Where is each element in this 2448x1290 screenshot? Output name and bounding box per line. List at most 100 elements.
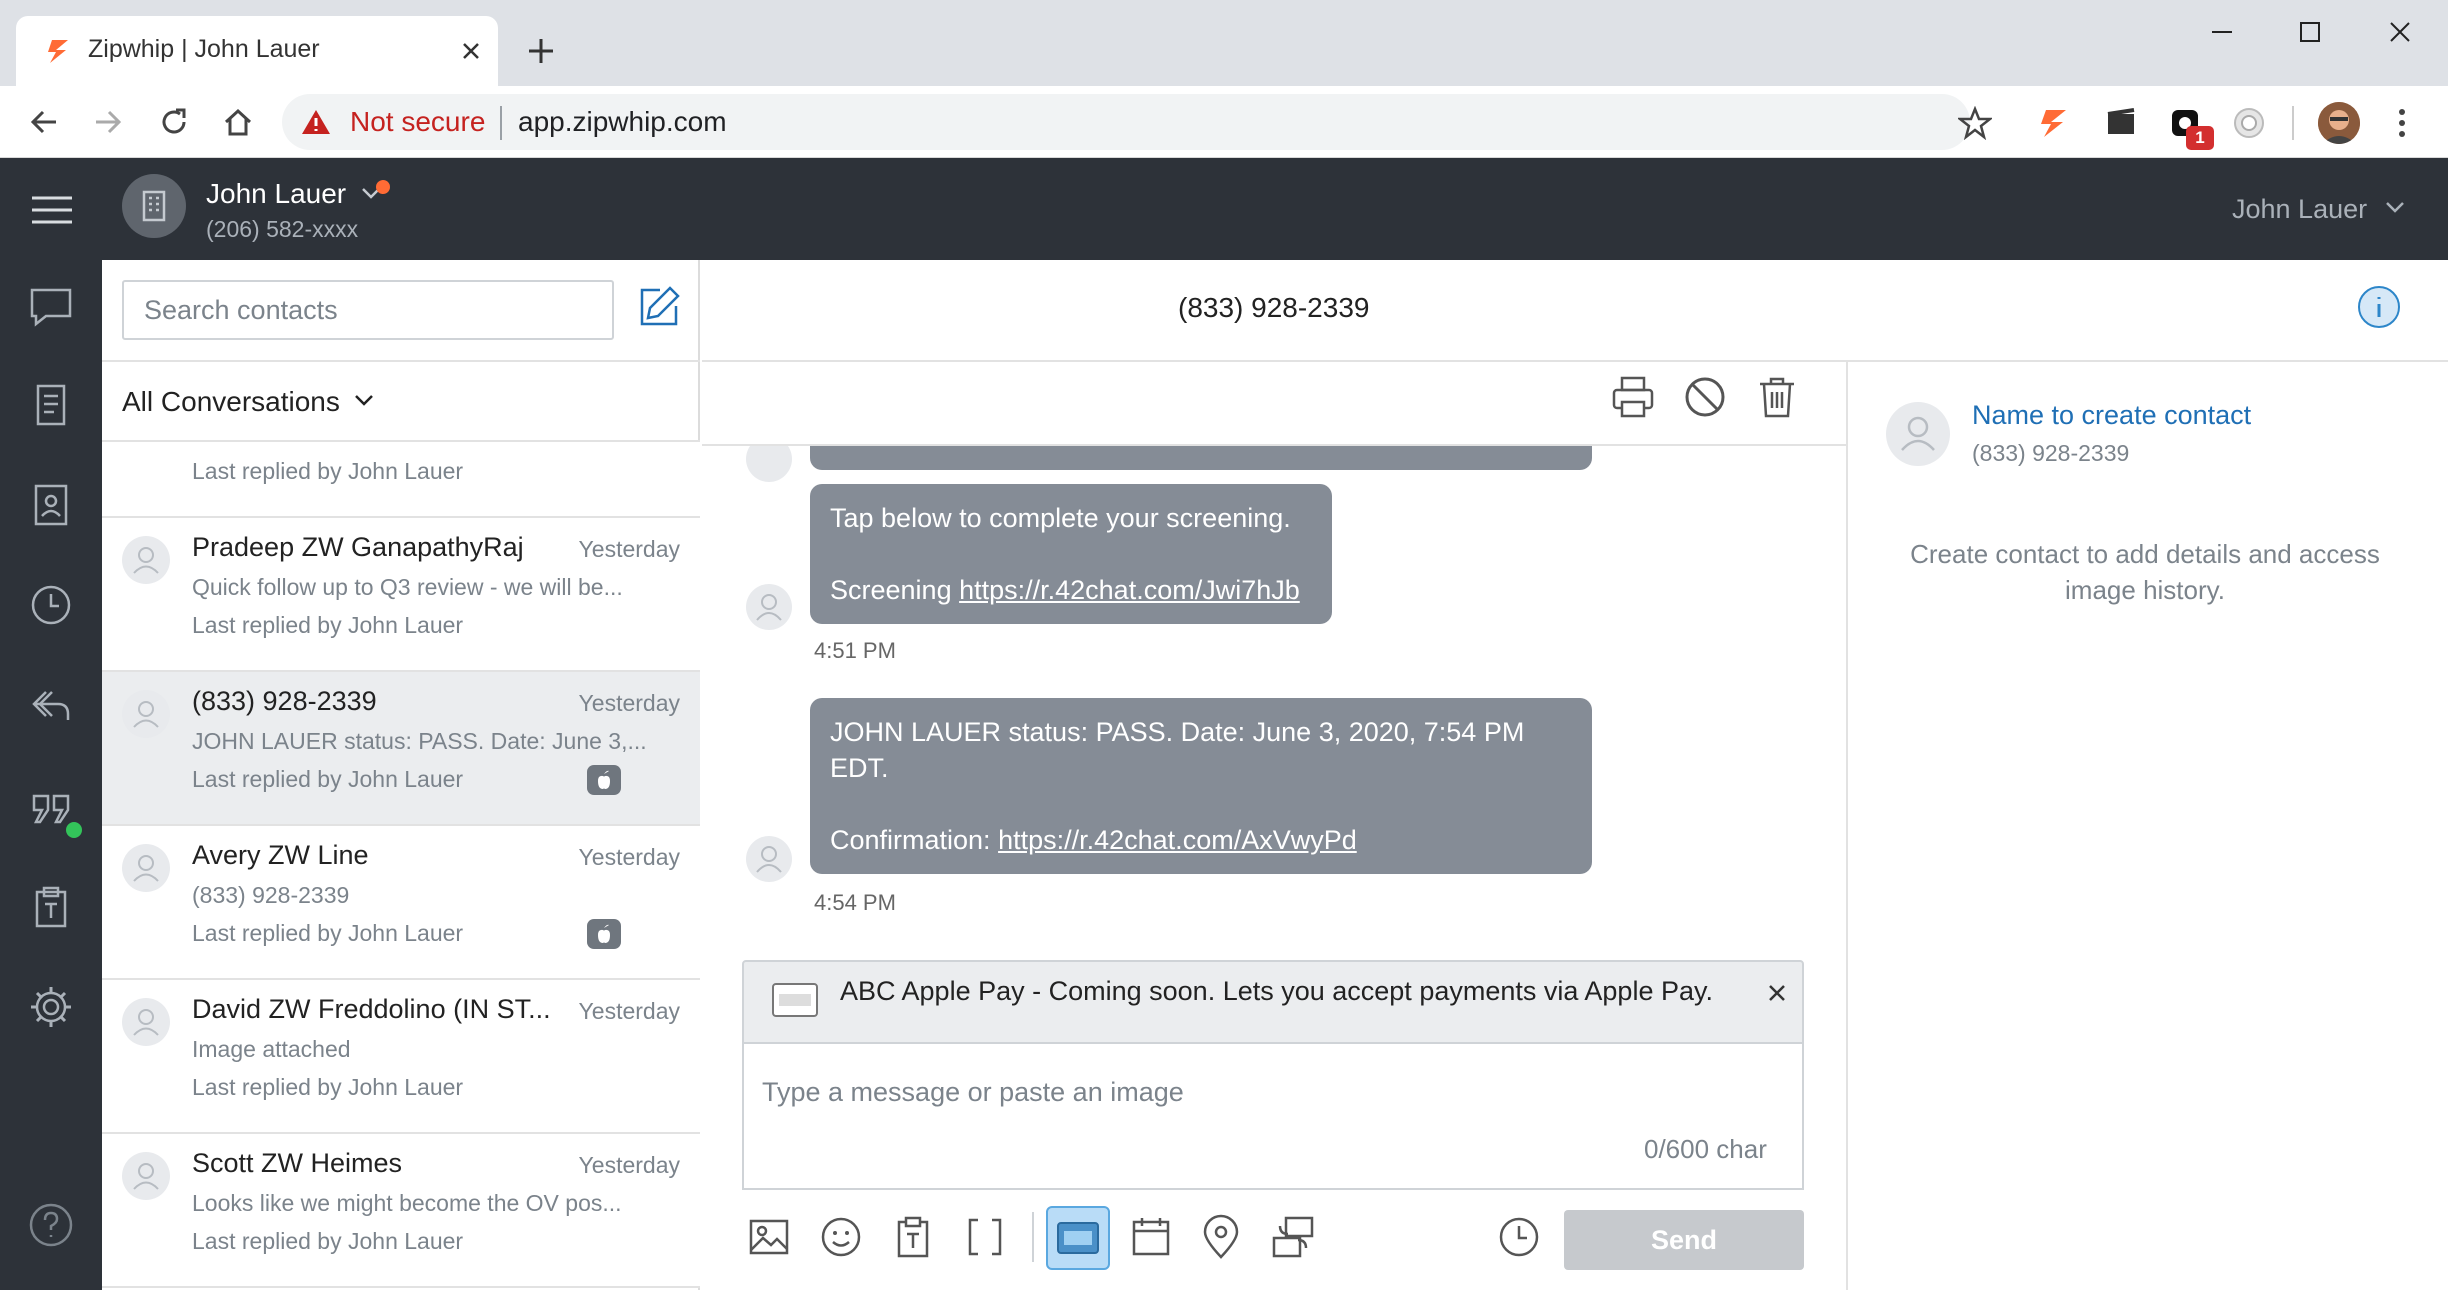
message-input[interactable] xyxy=(762,1062,1782,1122)
minimize-icon[interactable] xyxy=(2204,14,2240,50)
message-link-line: Screening https://r.42chat.com/Jwi7hJb xyxy=(830,572,1312,608)
image-icon[interactable] xyxy=(744,1212,794,1262)
contact-avatar xyxy=(122,1152,170,1200)
toolbar-divider xyxy=(2292,106,2294,140)
chat-icon[interactable] xyxy=(26,282,76,332)
conversation-list[interactable]: Wife ErinYesterdayI'll be home in one mi… xyxy=(102,440,700,1290)
message-text-2: EDT. xyxy=(830,753,889,783)
browser-menu-icon[interactable] xyxy=(2388,104,2416,142)
maximize-icon[interactable] xyxy=(2292,14,2328,50)
message-avatar xyxy=(746,584,792,630)
block-icon[interactable] xyxy=(1680,372,1730,422)
new-tab-icon[interactable] xyxy=(524,34,558,68)
template-icon[interactable] xyxy=(888,1212,938,1262)
user-chevron-down-icon[interactable] xyxy=(2382,194,2408,220)
trash-icon[interactable] xyxy=(1752,372,1802,422)
conversation-row[interactable]: David ZW Freddolino (IN ST... Yesterday Im… xyxy=(102,980,700,1134)
browser-tab[interactable]: Zipwhip | John Lauer xyxy=(16,16,498,86)
message-time: 4:54 PM xyxy=(814,890,896,915)
message-link[interactable]: https://r.42chat.com/AxVwyPd xyxy=(998,825,1357,855)
filter-chevron-down-icon[interactable] xyxy=(350,386,378,414)
search-contacts-input[interactable] xyxy=(122,280,614,340)
message-text: Tap below to complete your screening. xyxy=(830,503,1291,533)
last-replied: Last replied by John Lauer xyxy=(192,1228,464,1254)
message-bubble: Tap below to complete your screening. Sc… xyxy=(810,484,1332,624)
person-icon xyxy=(133,1163,159,1190)
emoji-icon[interactable] xyxy=(816,1212,866,1262)
send-button[interactable]: Send xyxy=(1564,1210,1804,1270)
conversation-name: Pradeep ZW GanapathyRaj xyxy=(192,532,524,562)
conversation-row[interactable]: Scott ZW Heimes Yesterday Looks like we mi… xyxy=(102,1134,700,1288)
person-icon xyxy=(756,594,782,621)
forward-icon[interactable] xyxy=(90,104,126,140)
conversation-time: Yesterday xyxy=(578,844,680,870)
camera-extension-icon[interactable] xyxy=(2230,104,2268,142)
conversation-name: David ZW Freddolino (IN ST... xyxy=(192,994,551,1024)
user-menu[interactable]: John Lauer xyxy=(2232,194,2367,225)
create-contact-link[interactable]: Name to create contact xyxy=(1972,400,2251,431)
bookmark-star-icon[interactable] xyxy=(1958,106,1992,140)
warning-icon[interactable] xyxy=(300,106,332,138)
back-icon[interactable] xyxy=(26,104,62,140)
conversation-row[interactable]: Avery ZW Line Yesterday (833) 928-2339 Last… xyxy=(102,826,700,980)
conversation-preview: I'll be home in one minute xyxy=(192,442,453,447)
apple-icon xyxy=(587,765,621,795)
location-icon[interactable] xyxy=(1196,1212,1246,1262)
history-icon[interactable] xyxy=(26,580,76,630)
message-actions-bar xyxy=(702,362,1846,446)
conversation-row[interactable]: Pradeep ZW GanapathyRaj Yesterday Quick fo… xyxy=(102,518,700,672)
conversation-row[interactable]: (833) 928-2339 Yesterday JOHN LAUER status… xyxy=(102,672,700,826)
char-count: 0/600 char xyxy=(1644,1134,1767,1164)
last-replied: Last replied by John Lauer xyxy=(192,458,464,484)
conversation-time: Yesterday xyxy=(578,1152,680,1178)
conversation-filter[interactable]: All Conversations xyxy=(122,386,340,418)
conversation-time: Yesterday xyxy=(578,536,680,562)
close-window-icon[interactable] xyxy=(2382,14,2418,50)
clapper-extension-icon[interactable] xyxy=(2102,104,2140,142)
compose-icon[interactable] xyxy=(636,282,684,330)
apple-icon xyxy=(587,919,621,949)
notification-dot xyxy=(376,180,390,194)
contact-avatar xyxy=(122,690,170,738)
reload-icon[interactable] xyxy=(156,104,192,140)
brackets-icon[interactable] xyxy=(960,1212,1010,1262)
hamburger-menu-icon[interactable] xyxy=(28,190,76,230)
person-icon xyxy=(133,547,159,574)
schedule-clock-icon[interactable] xyxy=(1494,1212,1544,1262)
message-bubble: JOHN LAUER status: PASS. Date: June 3, 2… xyxy=(810,698,1592,874)
transfer-icon[interactable] xyxy=(1268,1212,1318,1262)
message-thread[interactable]: Tap below to complete your screening. Sc… xyxy=(702,446,1846,956)
account-avatar[interactable] xyxy=(122,174,186,238)
conversation-row[interactable]: Wife ErinYesterdayI'll be home in one mi… xyxy=(102,442,700,518)
print-icon[interactable] xyxy=(1608,372,1658,422)
help-icon[interactable] xyxy=(26,1200,76,1250)
profile-avatar[interactable] xyxy=(2318,102,2360,144)
account-name[interactable]: John Lauer xyxy=(206,178,346,210)
notes-icon[interactable] xyxy=(26,380,76,430)
zipwhip-extension-icon[interactable] xyxy=(2036,104,2074,142)
contacts-icon[interactable] xyxy=(26,480,76,530)
conversation-preview: Looks like we might become the OV pos... xyxy=(192,1190,622,1216)
url-text[interactable]: app.zipwhip.com xyxy=(518,106,727,138)
home-icon[interactable] xyxy=(220,104,256,140)
info-icon[interactable] xyxy=(2356,284,2402,330)
settings-icon[interactable] xyxy=(26,982,76,1032)
calendar-icon[interactable] xyxy=(1126,1212,1176,1262)
message-link[interactable]: https://r.42chat.com/Jwi7hJb xyxy=(959,575,1300,605)
zipwhip-favicon-icon xyxy=(48,40,68,63)
conversation-time: Yesterday xyxy=(578,690,680,716)
conversation-name: Scott ZW Heimes xyxy=(192,1148,403,1178)
contact-avatar xyxy=(122,844,170,892)
apple-pay-icon[interactable] xyxy=(1053,1213,1103,1263)
clipboard-icon[interactable] xyxy=(26,882,76,932)
notice-close-icon[interactable] xyxy=(1764,980,1790,1006)
message-avatar xyxy=(746,836,792,882)
apple-pay-card-icon xyxy=(772,983,818,1017)
message-link-line: Confirmation: https://r.42chat.com/AxVwy… xyxy=(830,822,1572,858)
status-online-dot xyxy=(66,822,82,838)
security-label[interactable]: Not secure xyxy=(350,106,485,138)
message-link-label: Screening xyxy=(830,575,960,605)
reply-icon[interactable] xyxy=(26,680,76,730)
tab-close-icon[interactable] xyxy=(456,36,486,66)
